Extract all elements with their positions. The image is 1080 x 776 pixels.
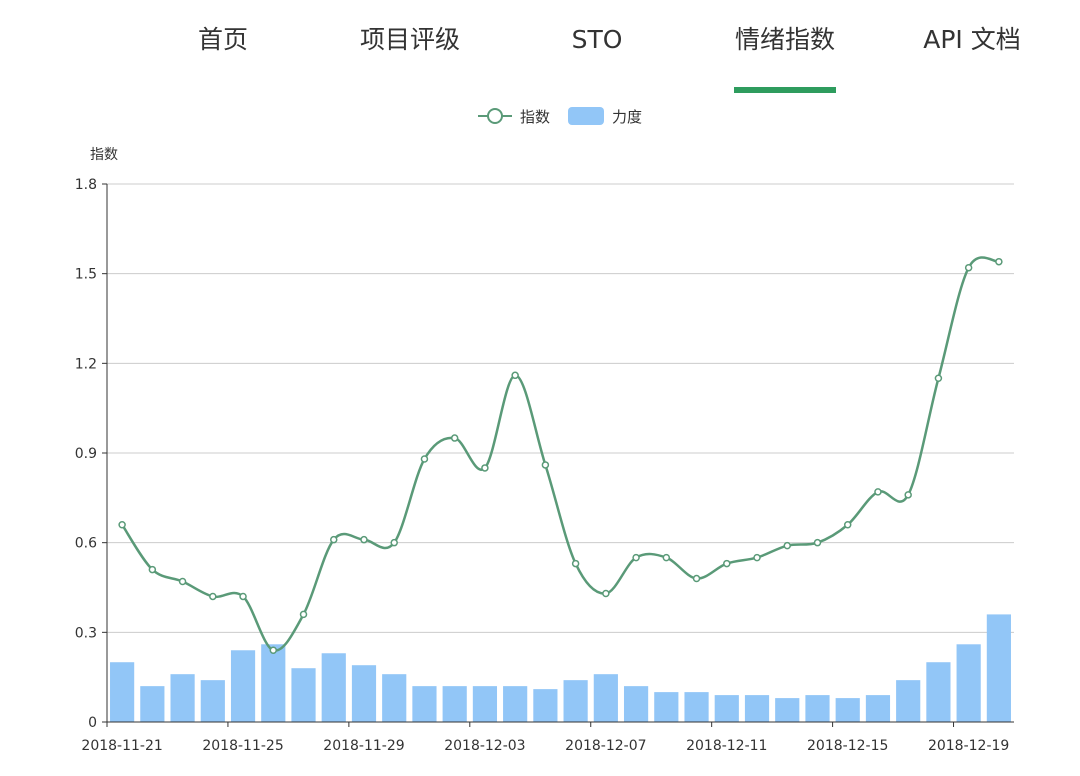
point-zhishu <box>692 574 701 583</box>
point-zhishu <box>995 257 1003 266</box>
bar-lidu <box>412 686 437 722</box>
bar-lidu <box>623 686 649 722</box>
point-zhishu <box>662 553 671 562</box>
point-zhishu <box>904 491 912 499</box>
bar-lidu <box>291 668 316 722</box>
x-tick-label: 2018-12-19 <box>928 738 1009 754</box>
point-zhishu <box>481 464 489 472</box>
bar-lidu <box>503 686 528 722</box>
point-zhishu <box>511 371 519 380</box>
point-zhishu <box>753 553 761 562</box>
point-zhishu <box>330 535 338 544</box>
x-tick-label: 2018-11-25 <box>202 738 283 754</box>
point-zhishu <box>118 520 126 529</box>
bar-lidu <box>230 650 256 722</box>
bar-lidu <box>593 674 618 722</box>
point-zhishu <box>450 434 459 442</box>
bar-lidu <box>321 653 346 722</box>
y-tick-label: 1.5 <box>75 267 97 283</box>
point-zhishu <box>541 461 550 469</box>
bar-lidu <box>775 698 800 722</box>
nav-item-project-rating[interactable]: 项目评级 <box>360 20 460 60</box>
point-zhishu <box>390 538 398 547</box>
active-tab-indicator <box>734 87 836 93</box>
bar-lidu <box>110 662 135 722</box>
bar-lidu <box>865 695 891 722</box>
bar-lidu <box>926 662 951 722</box>
bar-lidu <box>351 665 377 722</box>
point-zhishu <box>239 592 247 601</box>
y-tick-label: 0.3 <box>75 625 97 641</box>
y-tick-label: 0 <box>88 715 97 731</box>
bar-lidu <box>442 686 467 722</box>
point-zhishu <box>874 488 882 496</box>
bar-lidu <box>805 695 830 722</box>
bar-lidu <box>896 680 921 722</box>
bar-lidu <box>563 680 588 722</box>
bar-lidu <box>744 695 770 722</box>
point-zhishu <box>602 589 610 598</box>
nav-item-sto[interactable]: STO <box>572 20 623 60</box>
point-zhishu <box>813 538 822 547</box>
bar-lidu <box>835 698 860 722</box>
bar-lidu <box>140 686 165 722</box>
point-zhishu <box>843 520 852 529</box>
legend-label-lidu: 力度 <box>612 108 642 126</box>
top-nav: 首页 项目评级 STO 情绪指数 API 文档 <box>0 0 1080 100</box>
point-zhishu <box>299 610 308 619</box>
point-zhishu <box>571 559 580 568</box>
sentiment-chart: 0 0.3 0.6 0.9 1.2 1.5 1.8 指数 2018-11-21 2018-11-2… <box>75 107 1014 754</box>
point-zhishu <box>964 263 973 272</box>
x-tick-label: 2018-12-11 <box>686 738 767 754</box>
point-zhishu <box>178 577 187 586</box>
point-zhishu <box>632 553 640 562</box>
y-tick-label: 0.9 <box>75 446 97 462</box>
bar-lidu <box>533 689 558 722</box>
bar-lidu <box>261 644 286 722</box>
bar-lidu <box>986 614 1011 722</box>
point-zhishu <box>360 535 368 544</box>
nav-item-sentiment-index[interactable]: 情绪指数 <box>735 20 835 60</box>
y-tick-label: 1.2 <box>75 356 97 372</box>
bar-lidu <box>654 692 679 722</box>
x-tick-label: 2018-12-07 <box>565 738 646 754</box>
x-tick-label: 2018-11-29 <box>323 738 404 754</box>
line-zhishu <box>121 256 1000 652</box>
x-tick-label: 2018-12-03 <box>444 738 525 754</box>
x-tick-label: 2018-12-15 <box>807 738 888 754</box>
legend-label-zhishu: 指数 <box>520 108 550 126</box>
bar-lidu <box>200 680 225 722</box>
point-zhishu <box>723 559 731 568</box>
bar-lidu <box>382 674 407 722</box>
legend-bar-swatch <box>568 107 604 125</box>
point-zhishu <box>148 565 157 574</box>
point-zhishu <box>783 541 791 550</box>
legend-line-marker <box>487 108 503 124</box>
x-tick-label: 2018-11-21 <box>81 738 162 754</box>
bar-lidu <box>472 686 498 722</box>
nav-item-home[interactable]: 首页 <box>198 20 248 60</box>
y-tick-label: 0.6 <box>75 536 97 552</box>
nav-item-api-docs[interactable]: API 文档 <box>923 20 1021 60</box>
bar-lidu <box>684 692 709 722</box>
bar-lidu <box>714 695 739 722</box>
point-zhishu <box>934 374 943 383</box>
bar-lidu <box>170 674 195 722</box>
y-axis-label: 指数 <box>90 147 118 163</box>
point-zhishu <box>269 646 278 655</box>
bar-lidu <box>956 644 981 722</box>
y-tick-label: 1.8 <box>75 177 97 193</box>
point-zhishu <box>420 455 429 463</box>
point-zhishu <box>209 592 217 601</box>
